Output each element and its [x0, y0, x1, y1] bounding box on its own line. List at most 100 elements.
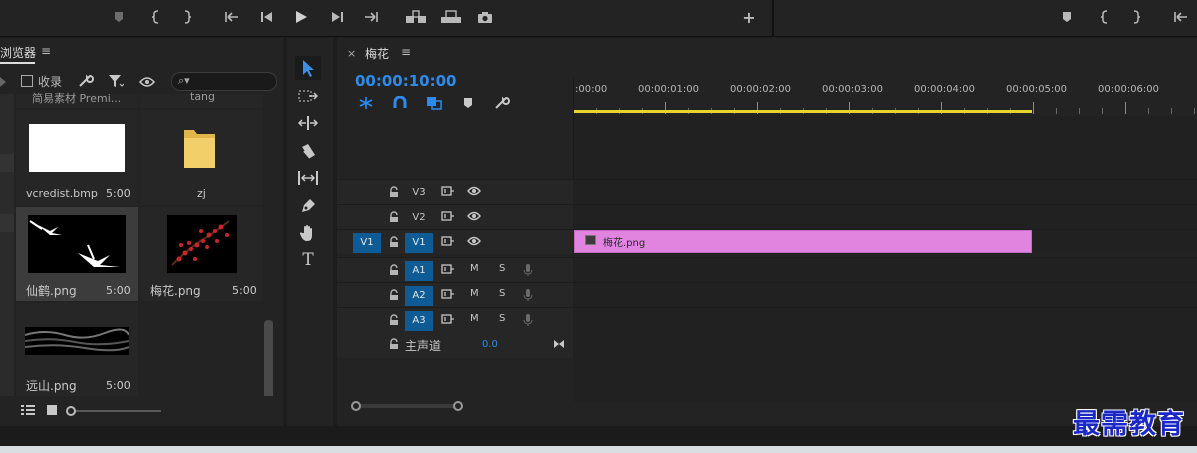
- sync-lock-icon[interactable]: [441, 235, 455, 250]
- mute-button[interactable]: M: [470, 313, 479, 324]
- insert-icon[interactable]: [405, 8, 427, 26]
- selection-tool-icon[interactable]: [295, 56, 321, 80]
- lock-icon[interactable]: [389, 236, 399, 248]
- sync-lock-icon[interactable]: [441, 313, 455, 328]
- expand-arrow-icon[interactable]: [0, 76, 6, 87]
- sync-lock-icon[interactable]: [441, 210, 455, 225]
- mute-button[interactable]: M: [470, 288, 479, 299]
- grid-cell[interactable]: 梅花.png 5:00: [140, 207, 263, 301]
- solo-button[interactable]: S: [499, 288, 505, 299]
- add-button[interactable]: +: [740, 8, 758, 27]
- clip-label: 梅花.png: [603, 238, 646, 249]
- track-lane[interactable]: [573, 308, 1197, 332]
- zoom-slider-track[interactable]: [73, 410, 161, 412]
- track-name[interactable]: V1: [405, 233, 433, 253]
- filter-icon[interactable]: [108, 74, 125, 91]
- linked-selection-icon[interactable]: [424, 94, 444, 112]
- lock-icon[interactable]: [389, 211, 399, 223]
- grid-cell[interactable]: vcredist.bmp 5:00: [16, 110, 138, 205]
- eye-icon[interactable]: [467, 185, 481, 200]
- grid-cell[interactable]: 远山.png 5:00: [16, 303, 138, 396]
- track-lane[interactable]: [573, 258, 1197, 282]
- track-select-tool-icon[interactable]: [295, 84, 321, 108]
- export-frame-icon[interactable]: [476, 8, 494, 26]
- track-name[interactable]: V3: [405, 183, 433, 203]
- master-volume-value[interactable]: 0.0: [482, 339, 498, 350]
- overwrite-icon[interactable]: [440, 8, 462, 26]
- go-to-in-icon[interactable]: [223, 8, 241, 26]
- mark-in-icon[interactable]: [147, 8, 165, 26]
- grid-cell[interactable]: zj: [140, 110, 263, 205]
- lock-icon[interactable]: [389, 289, 399, 301]
- panel-menu-icon[interactable]: ≡: [41, 44, 51, 58]
- snap-icon[interactable]: [390, 94, 410, 112]
- step-forward-icon[interactable]: [328, 8, 346, 26]
- go-to-end-icon[interactable]: [553, 338, 565, 352]
- ripple-edit-tool-icon[interactable]: [295, 111, 321, 135]
- timeline-zoom-scrollbar[interactable]: [351, 400, 463, 412]
- sync-lock-icon[interactable]: [441, 185, 455, 200]
- go-to-out-icon[interactable]: [362, 8, 380, 26]
- track-name[interactable]: A1: [405, 261, 433, 281]
- work-area-bar[interactable]: [573, 110, 1032, 113]
- search-input[interactable]: ⌕▾: [171, 72, 277, 91]
- mark-out-icon[interactable]: [178, 8, 196, 26]
- zoom-scroll-handle-left[interactable]: [351, 401, 361, 411]
- add-marker-icon[interactable]: [110, 8, 128, 26]
- lock-icon[interactable]: [389, 264, 399, 276]
- mic-icon[interactable]: [523, 288, 533, 305]
- go-to-in-icon-right[interactable]: [1172, 8, 1190, 26]
- slip-tool-icon[interactable]: [295, 166, 321, 190]
- grid-cell-selected[interactable]: 仙鹤.png 5:00: [16, 207, 138, 301]
- play-icon[interactable]: [292, 8, 310, 26]
- pen-tool-icon[interactable]: [295, 194, 321, 218]
- lock-icon[interactable]: [389, 314, 399, 326]
- sync-lock-icon[interactable]: [441, 288, 455, 303]
- lock-icon[interactable]: [389, 338, 399, 350]
- collect-checkbox[interactable]: [21, 75, 33, 87]
- sequence-tab[interactable]: 梅花: [365, 45, 389, 62]
- mic-icon[interactable]: [523, 263, 533, 280]
- zoom-slider-knob[interactable]: [66, 406, 76, 416]
- view-eye-icon[interactable]: [138, 76, 157, 91]
- zoom-scroll-handle-right[interactable]: [453, 401, 463, 411]
- add-marker-icon[interactable]: [458, 94, 478, 112]
- mark-in-icon-right[interactable]: [1096, 8, 1114, 26]
- nest-toggle-icon[interactable]: [356, 94, 376, 112]
- track-name[interactable]: V2: [405, 208, 433, 228]
- wrench-icon[interactable]: [78, 74, 94, 91]
- eye-icon[interactable]: [467, 210, 481, 225]
- mic-icon[interactable]: [523, 313, 533, 330]
- list-view-icon[interactable]: [20, 404, 36, 419]
- solo-button[interactable]: S: [499, 263, 505, 274]
- type-tool-icon[interactable]: T: [295, 248, 321, 272]
- lock-icon[interactable]: [389, 186, 399, 198]
- eye-icon[interactable]: [467, 235, 481, 250]
- icon-view-icon[interactable]: [46, 404, 58, 419]
- track-name[interactable]: A2: [405, 286, 433, 306]
- step-back-icon[interactable]: [258, 8, 276, 26]
- grid-cell[interactable]: tang: [140, 90, 263, 108]
- track-lane[interactable]: [573, 180, 1197, 204]
- track-name[interactable]: A3: [405, 311, 433, 331]
- grid-cell[interactable]: 简易素材 Premi...: [16, 92, 138, 108]
- solo-button[interactable]: S: [499, 313, 505, 324]
- sync-lock-icon[interactable]: [441, 263, 455, 278]
- project-scrollbar[interactable]: [264, 320, 273, 400]
- track-lane[interactable]: [573, 205, 1197, 229]
- source-patch-v1[interactable]: V1: [353, 233, 381, 253]
- timeline-settings-wrench-icon[interactable]: [492, 94, 512, 112]
- mark-out-icon-right[interactable]: [1127, 8, 1145, 26]
- hand-tool-icon[interactable]: [295, 221, 321, 245]
- item-duration: 5:00: [106, 284, 131, 297]
- playhead-timecode[interactable]: 00:00:10:00: [355, 72, 457, 90]
- zoom-scroll-track[interactable]: [359, 404, 459, 408]
- timeline-clip[interactable]: 梅花.png: [574, 230, 1032, 253]
- track-lane[interactable]: [573, 283, 1197, 307]
- project-tab[interactable]: 浏览器: [0, 44, 36, 62]
- panel-menu-icon[interactable]: ≡: [401, 45, 411, 59]
- mute-button[interactable]: M: [470, 263, 479, 274]
- close-icon[interactable]: ×: [347, 47, 356, 60]
- razor-tool-icon[interactable]: [295, 139, 321, 163]
- add-marker-icon-right[interactable]: [1058, 8, 1076, 26]
